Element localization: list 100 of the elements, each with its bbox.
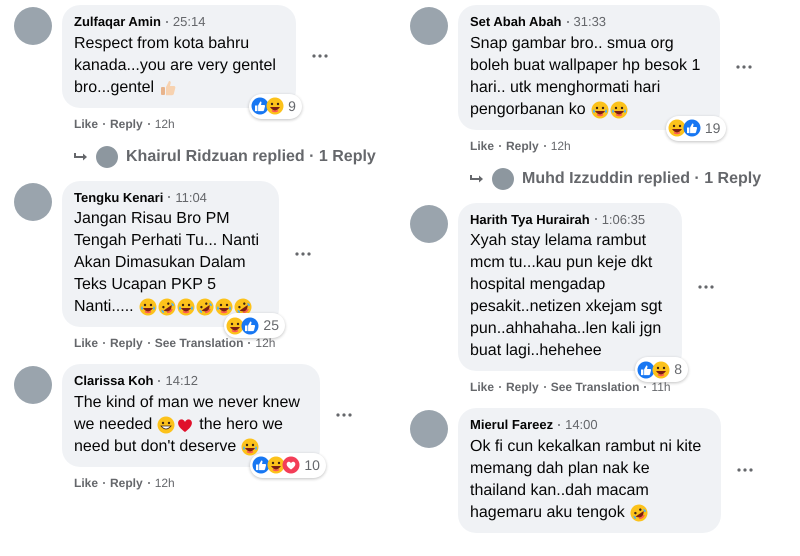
avatar[interactable] xyxy=(492,168,514,190)
avatar[interactable] xyxy=(14,366,52,404)
comment-text: pun..ahhahaha..len kali jgn xyxy=(470,319,662,339)
action-link[interactable]: Like xyxy=(470,378,494,396)
commenter-name[interactable]: Clarissa Koh xyxy=(74,371,154,390)
commenter-name[interactable]: Set Abah Abah xyxy=(470,12,562,32)
reaction-count: 19 xyxy=(704,118,720,138)
timestamp-link[interactable]: 11:04 xyxy=(175,188,207,207)
laughing-reaction-icon xyxy=(668,119,686,137)
comment-text: Snap gambar bro.. smua org xyxy=(470,34,674,54)
comment-text: buat lagi..hehehee xyxy=(470,341,602,361)
comment-text: Jangan Risau Bro PM xyxy=(74,209,230,229)
action-link[interactable]: Reply xyxy=(506,136,539,154)
reaction-count: 8 xyxy=(674,360,682,379)
comment-text: hospital mengadap xyxy=(470,275,606,295)
timestamp-link[interactable]: 14:00 xyxy=(565,415,598,434)
more-options-icon[interactable] xyxy=(295,252,311,256)
comment-text: kanada...you are very gentel xyxy=(74,56,276,76)
reaction-count: 25 xyxy=(263,316,279,335)
comment-text: mcm tu...kau pun keje dkt xyxy=(470,253,652,273)
grinning-face-icon xyxy=(157,416,176,434)
timestamp[interactable]: 12h xyxy=(154,474,175,492)
comment-text: the hero we xyxy=(199,414,283,434)
avatar[interactable] xyxy=(14,182,52,220)
tears-of-joy-emoji-icon xyxy=(241,438,260,456)
action-link[interactable]: Reply xyxy=(110,474,143,492)
reply-arrow-icon xyxy=(74,152,88,162)
action-link[interactable]: Like xyxy=(74,334,98,352)
action-link[interactable]: Reply xyxy=(506,378,539,396)
action-link[interactable]: Reply xyxy=(110,334,143,352)
comment-text: Teks Ucapan PKP 5 xyxy=(74,275,216,295)
commenter-name[interactable]: Tengku Kenari xyxy=(74,188,164,207)
timestamp-link[interactable]: 25:14 xyxy=(172,12,206,32)
like-reaction-icon xyxy=(251,97,270,115)
laughing-reaction-icon xyxy=(266,97,284,115)
comment-text: thailand kan..dah macam xyxy=(470,480,649,500)
rolling-laughing-emoji-icon xyxy=(630,504,648,522)
commenter-name[interactable]: Harith Tya Hurairah xyxy=(470,210,590,229)
commenter-name[interactable]: Zulfaqar Amin xyxy=(74,12,161,32)
comment-text: Ok fi cun kekalkan rambut ni kite xyxy=(470,436,702,456)
commenter-name[interactable]: Mierul Fareez xyxy=(470,415,554,434)
comment-text: Xyah stay lelama rambut xyxy=(470,231,646,251)
comment-text: memang dah plan nak ke xyxy=(470,458,650,478)
avatar[interactable] xyxy=(96,146,118,168)
comment-text: pesakit..netizen xkejam sgt xyxy=(470,297,662,317)
rolling-laughing-emoji-icon xyxy=(196,298,214,316)
timestamp-link[interactable]: 14:12 xyxy=(165,371,198,390)
reactions-badge[interactable]: 10 xyxy=(250,452,326,478)
like-reaction-icon xyxy=(682,119,701,137)
action-link[interactable]: Like xyxy=(470,136,494,154)
comment-text: boleh buat wallpaper hp besok 1 xyxy=(470,56,700,76)
comment-text: pengorbanan ko xyxy=(470,100,586,120)
like-reaction-icon xyxy=(637,360,656,378)
reaction-count: 10 xyxy=(304,456,320,474)
comment-text: Nanti..... xyxy=(74,297,134,317)
avatar[interactable] xyxy=(410,7,448,45)
like-reaction-icon xyxy=(252,456,270,474)
tears-of-joy-emoji-icon xyxy=(590,100,609,118)
reactions-badge[interactable]: 25 xyxy=(224,313,285,338)
timestamp[interactable]: 12h xyxy=(550,136,571,154)
comment-text: Akan Dimasukan Dalam xyxy=(74,253,246,273)
comment-text: need but don't deserve xyxy=(74,436,236,456)
timestamp[interactable]: 12h xyxy=(154,114,175,132)
comment-text: hari.. utk menghormati hari xyxy=(470,78,660,98)
action-link[interactable]: Reply xyxy=(110,114,143,132)
more-options-icon[interactable] xyxy=(736,65,752,70)
tears-of-joy-emoji-icon xyxy=(610,100,628,118)
rolling-laughing-emoji-icon xyxy=(158,298,176,316)
avatar[interactable] xyxy=(14,7,52,45)
reactions-badge[interactable]: 9 xyxy=(249,94,302,118)
reply-arrow-icon xyxy=(470,174,484,184)
tears-of-joy-emoji-icon xyxy=(138,298,157,316)
view-replies-link[interactable]: Khairul Ridzuan replied · 1 Reply xyxy=(126,144,376,168)
comment-text: Tengah Perhati Tu... Nanti xyxy=(74,231,259,251)
action-link[interactable]: Like xyxy=(74,474,98,492)
thumbs-up-icon xyxy=(159,78,178,96)
timestamp-link[interactable]: 31:33 xyxy=(574,12,606,32)
laughing-reaction-icon xyxy=(226,316,244,334)
comment-text: The kind of man we never knew xyxy=(74,392,300,412)
avatar[interactable] xyxy=(410,410,448,448)
avatar[interactable] xyxy=(410,204,448,242)
more-options-icon[interactable] xyxy=(698,284,714,289)
reactions-badge[interactable]: 8 xyxy=(635,357,688,382)
action-link[interactable]: Like xyxy=(74,114,98,132)
more-options-icon[interactable] xyxy=(336,413,352,418)
reactions-badge[interactable]: 19 xyxy=(666,116,726,140)
laughing-reaction-icon xyxy=(267,456,286,474)
comment-text: bro...gentel xyxy=(74,78,154,98)
like-reaction-icon xyxy=(241,316,260,334)
comment-text: Respect from kota bahru xyxy=(74,34,250,54)
laughing-reaction-icon xyxy=(652,360,670,378)
more-options-icon[interactable] xyxy=(312,54,328,58)
love-reaction-icon xyxy=(282,456,300,474)
timestamp-link[interactable]: 1:06:35 xyxy=(602,210,646,229)
more-options-icon[interactable] xyxy=(737,468,754,472)
tears-of-joy-emoji-icon xyxy=(176,298,195,316)
view-replies-link[interactable]: Muhd Izzuddin replied · 1 Reply xyxy=(522,166,762,190)
comment-text: we needed xyxy=(74,414,152,434)
tears-of-joy-emoji-icon xyxy=(214,298,233,316)
comment-text: hagemaru aku tengok xyxy=(470,502,625,522)
